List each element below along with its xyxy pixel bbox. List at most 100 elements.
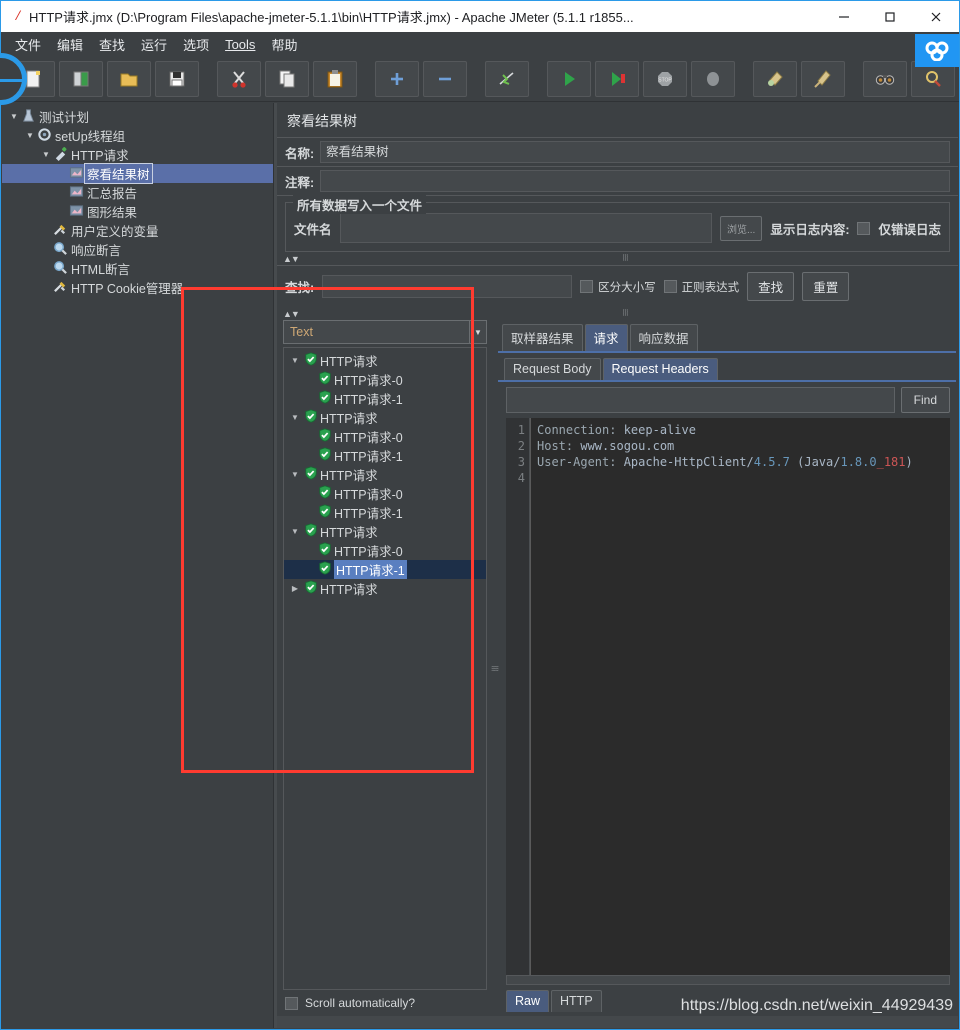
menu-file[interactable]: 文件 — [7, 33, 49, 56]
test-plan-tree[interactable]: ▼ 测试计划 ▼ setUp线程组 ▼ HTTP请求 察看结果树 汇总报告 图形结果 用户定义的变… — [2, 103, 273, 297]
tree-item-8[interactable]: HTML断言 — [2, 259, 273, 278]
bottomtab-raw[interactable]: Raw — [506, 990, 550, 1012]
search-icon[interactable] — [863, 60, 907, 97]
collapser-search[interactable]: ▲▼ ⦚⦚⦚ — [277, 307, 958, 320]
tree-expand-arrow-icon[interactable]: ▼ — [8, 112, 20, 121]
case-sensitive-option[interactable]: 区分大小写 — [580, 279, 656, 295]
menu-run[interactable]: 运行 — [133, 33, 175, 56]
detail-find-button[interactable]: Find — [900, 387, 950, 413]
collapse-arrows-icon[interactable]: ▲▼ — [283, 254, 300, 264]
comment-input[interactable] — [320, 170, 950, 192]
result-item-4[interactable]: HTTP请求-0 — [284, 427, 486, 446]
cloud-sync-icon[interactable] — [915, 34, 959, 67]
result-expand-arrow-icon[interactable]: ▼ — [288, 470, 302, 479]
tree-item-5[interactable]: 图形结果 — [2, 202, 273, 221]
result-item-11[interactable]: HTTP请求-1 — [284, 560, 486, 579]
tree-item-4[interactable]: 汇总报告 — [2, 183, 273, 202]
detail-scroll-strip[interactable] — [506, 975, 950, 985]
regex-checkbox[interactable] — [663, 280, 677, 293]
menu-help[interactable]: 帮助 — [263, 33, 305, 56]
paste-icon[interactable] — [313, 60, 357, 97]
clear-all-icon[interactable] — [801, 60, 845, 97]
result-item-2[interactable]: HTTP请求-1 — [284, 389, 486, 408]
tree-item-2[interactable]: ▼ HTTP请求 — [2, 145, 273, 164]
menu-tools[interactable]: Tools — [217, 35, 263, 54]
result-expand-arrow-icon[interactable]: ▼ — [288, 356, 302, 365]
tree-item-6[interactable]: 用户定义的变量 — [2, 221, 273, 240]
tab-response-data[interactable]: 响应数据 — [629, 324, 698, 351]
close-button[interactable] — [913, 1, 959, 32]
errors-only-checkbox[interactable] — [857, 221, 871, 235]
menu-search[interactable]: 查找 — [91, 33, 133, 56]
maximize-button[interactable] — [867, 1, 913, 32]
result-item-9[interactable]: ▼ HTTP请求 — [284, 522, 486, 541]
chevron-down-icon[interactable]: ▼ — [469, 321, 486, 343]
tree-expand-arrow-icon[interactable]: ▼ — [40, 150, 52, 159]
detail-tabs[interactable]: 取样器结果 请求 响应数据 — [498, 320, 956, 351]
name-input[interactable]: 察看结果树 — [320, 141, 950, 163]
start-no-pauses-icon[interactable] — [595, 60, 639, 97]
result-item-0[interactable]: ▼ HTTP请求 — [284, 351, 486, 370]
scroll-automatically-checkbox[interactable] — [285, 996, 298, 1010]
result-item-6[interactable]: ▼ HTTP请求 — [284, 465, 486, 484]
code-content[interactable]: Connection: keep-alive Host: www.sogou.co… — [530, 418, 950, 975]
result-item-3[interactable]: ▼ HTTP请求 — [284, 408, 486, 427]
find-button[interactable]: 查找 — [747, 272, 795, 301]
collapser-top[interactable]: ▲▼ ⦚⦚⦚ — [277, 252, 958, 265]
case-sensitive-checkbox[interactable] — [580, 280, 594, 293]
detail-subtabs[interactable]: Request Body Request Headers — [498, 353, 956, 380]
tab-sampler-result[interactable]: 取样器结果 — [502, 324, 583, 351]
save-icon[interactable] — [155, 60, 199, 97]
tree-expand-arrow-icon[interactable]: ▼ — [24, 131, 36, 140]
search-input[interactable] — [322, 275, 573, 298]
tree-item-7[interactable]: 响应断言 — [2, 240, 273, 259]
result-item-12[interactable]: ▶ HTTP请求 — [284, 579, 486, 598]
result-item-8[interactable]: HTTP请求-1 — [284, 503, 486, 522]
result-item-5[interactable]: HTTP请求-1 — [284, 446, 486, 465]
result-item-7[interactable]: HTTP请求-0 — [284, 484, 486, 503]
minimize-button[interactable] — [821, 1, 867, 32]
tree-item-3[interactable]: 察看结果树 — [2, 163, 273, 184]
subtab-request-body[interactable]: Request Body — [504, 358, 601, 380]
open-icon[interactable] — [107, 60, 151, 97]
tree-item-label: HTML断言 — [71, 263, 131, 277]
menu-edit[interactable]: 编辑 — [49, 33, 91, 56]
results-vertical-splitter[interactable]: ⦚⦚⦚ — [488, 320, 499, 1016]
templates-icon[interactable] — [59, 60, 103, 97]
menu-options[interactable]: 选项 — [175, 33, 217, 56]
expand-all-icon[interactable] — [375, 60, 419, 97]
scroll-automatically-row[interactable]: Scroll automatically? — [277, 990, 489, 1016]
result-expand-arrow-icon[interactable]: ▶ — [288, 584, 302, 593]
detail-find-input[interactable] — [506, 387, 895, 413]
regex-option[interactable]: 正则表达式 — [663, 279, 739, 295]
filename-input[interactable] — [339, 213, 712, 243]
cut-icon[interactable] — [217, 60, 261, 97]
browse-button[interactable]: 浏览... — [719, 215, 763, 241]
clear-icon[interactable] — [753, 60, 797, 97]
bottomtab-http[interactable]: HTTP — [551, 990, 602, 1012]
resize-grip-icon[interactable]: ⦚⦚⦚ — [623, 253, 629, 264]
code-viewer[interactable]: 1 2 3 4 Connection: keep-alive Host: www.sog… — [506, 418, 950, 975]
stop-icon[interactable]: STOP — [643, 60, 687, 97]
tree-item-0[interactable]: ▼ 测试计划 — [2, 107, 273, 126]
shutdown-icon[interactable] — [691, 60, 735, 97]
collapse-all-icon[interactable] — [423, 60, 467, 97]
copy-icon[interactable] — [265, 60, 309, 97]
toggle-icon[interactable] — [485, 60, 529, 97]
resize-grip-icon[interactable]: ⦚⦚⦚ — [623, 308, 629, 319]
result-item-1[interactable]: HTTP请求-0 — [284, 370, 486, 389]
results-tree[interactable]: ▼ HTTP请求 HTTP请求-0 HTTP请求-1 ▼ HTTP请求 HTTP请求-0 HT… — [283, 347, 487, 990]
tree-item-9[interactable]: HTTP Cookie管理器 — [2, 278, 273, 297]
result-expand-arrow-icon[interactable]: ▼ — [288, 413, 302, 422]
subtab-request-headers[interactable]: Request Headers — [602, 358, 718, 380]
result-item-label: HTTP请求 — [320, 583, 378, 597]
renderer-select[interactable]: Text ▼ — [283, 320, 487, 344]
result-expand-arrow-icon[interactable]: ▼ — [288, 527, 302, 536]
resize-grip-icon[interactable]: ⦚⦚⦚ — [488, 665, 499, 671]
collapse-arrows-icon[interactable]: ▲▼ — [283, 309, 300, 319]
tree-item-1[interactable]: ▼ setUp线程组 — [2, 126, 273, 145]
reset-button[interactable]: 重置 — [802, 272, 850, 301]
result-item-10[interactable]: HTTP请求-0 — [284, 541, 486, 560]
start-icon[interactable] — [547, 60, 591, 97]
tab-request[interactable]: 请求 — [584, 324, 628, 351]
